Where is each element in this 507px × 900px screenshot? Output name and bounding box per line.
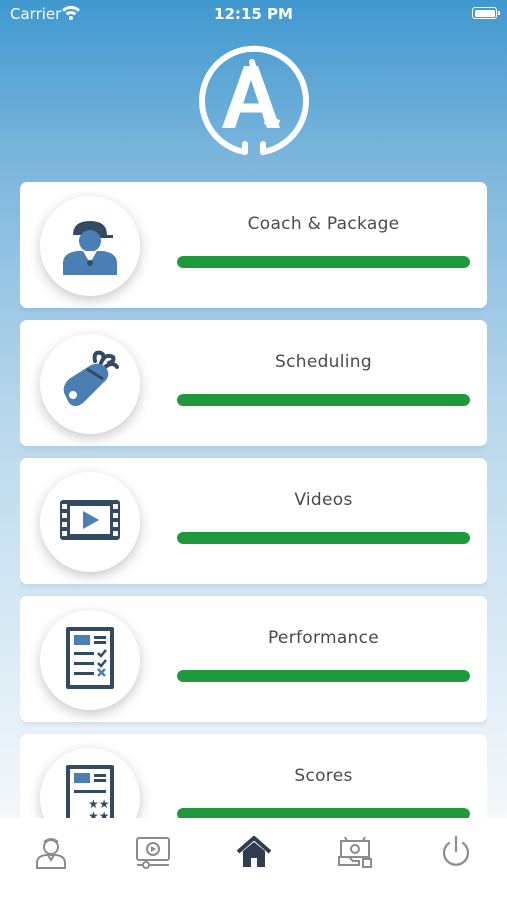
status-bar: Carrier 12:15 PM <box>0 0 507 30</box>
progress-fill <box>177 394 470 406</box>
progress-bar <box>177 808 470 818</box>
menu-card-title: Coach & Package <box>247 214 400 234</box>
progress-bar <box>177 670 470 682</box>
menu-card-coach-package[interactable]: Coach & Package <box>20 182 487 308</box>
checklist-icon <box>64 625 116 695</box>
tab-payments[interactable] <box>335 834 375 874</box>
menu-icon-circle <box>40 334 140 434</box>
progress-fill <box>177 808 470 818</box>
menu-card-performance[interactable]: Performance <box>20 596 487 722</box>
progress-fill <box>177 256 470 268</box>
progress-fill <box>177 532 470 544</box>
video-player-icon <box>135 835 171 873</box>
menu-card-title: Videos <box>294 490 353 510</box>
menu-card-title: Scheduling <box>275 352 372 372</box>
golf-bag-icon <box>57 349 123 419</box>
menu-card-videos[interactable]: Videos <box>20 458 487 584</box>
profile-icon <box>34 835 68 873</box>
video-film-icon <box>58 498 122 546</box>
app-logo <box>196 44 312 160</box>
menu-card-scores[interactable]: ★★ ★★ Scores <box>20 734 487 818</box>
menu-card-scheduling[interactable]: Scheduling <box>20 320 487 446</box>
menu-card-title: Performance <box>267 628 380 648</box>
svg-text:★★: ★★ <box>88 809 110 818</box>
coach-icon <box>59 213 121 279</box>
progress-bar <box>177 532 470 544</box>
battery-icon <box>472 7 500 19</box>
menu-card-title: Scores <box>294 766 353 786</box>
menu-icon-circle <box>40 472 140 572</box>
menu-list: Coach & Package Scheduling Videos Perfor… <box>20 182 487 818</box>
tab-home[interactable] <box>234 834 274 874</box>
menu-icon-circle <box>40 610 140 710</box>
status-time: 12:15 PM <box>214 5 293 23</box>
tab-videos[interactable] <box>133 834 173 874</box>
menu-icon-circle <box>40 196 140 296</box>
tab-profile[interactable] <box>31 834 71 874</box>
progress-bar <box>177 256 470 268</box>
money-icon <box>337 835 373 873</box>
progress-bar <box>177 394 470 406</box>
menu-icon-circle: ★★ ★★ <box>40 748 140 818</box>
tab-logout[interactable] <box>436 834 476 874</box>
tab-bar <box>0 818 507 900</box>
home-icon <box>236 835 272 873</box>
scorecard-icon: ★★ ★★ <box>64 763 116 818</box>
progress-fill <box>177 670 470 682</box>
power-icon <box>440 835 472 873</box>
